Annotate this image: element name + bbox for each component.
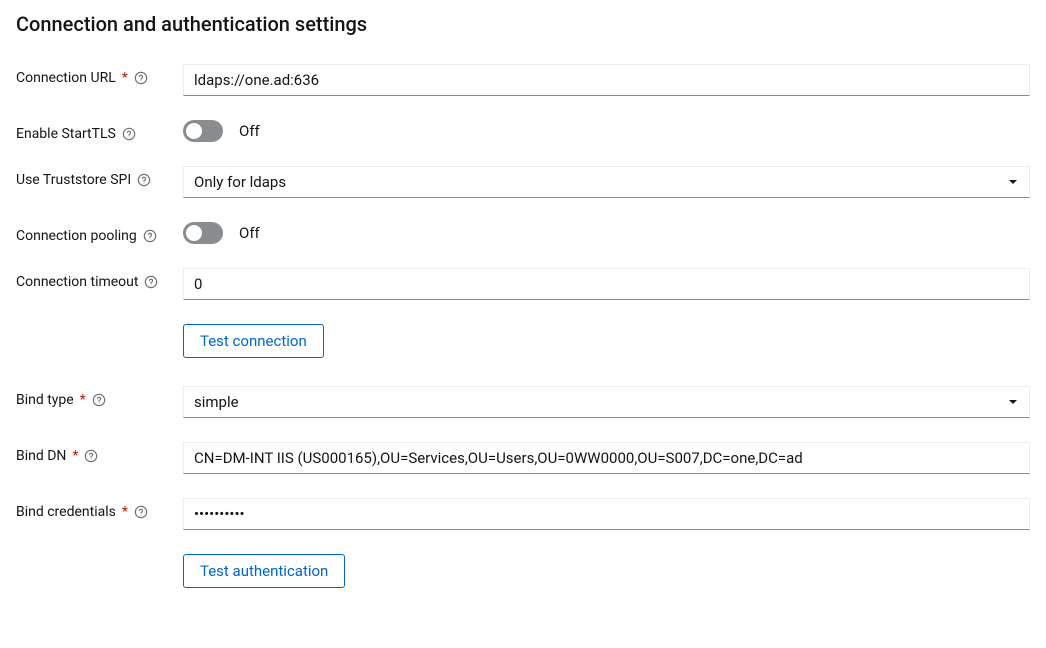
required-marker: * xyxy=(72,448,78,464)
help-icon[interactable] xyxy=(122,127,136,141)
help-icon[interactable] xyxy=(92,393,106,407)
help-icon[interactable] xyxy=(137,173,151,187)
label-bind-type: Bind type xyxy=(16,392,74,408)
label-connection-timeout: Connection timeout xyxy=(16,274,138,290)
test-connection-button[interactable]: Test connection xyxy=(183,324,324,358)
label-connection-pooling: Connection pooling xyxy=(16,228,137,244)
row-bind-credentials: Bind credentials * xyxy=(16,498,1030,530)
bind-dn-input[interactable] xyxy=(183,442,1030,474)
label-use-truststore-spi: Use Truststore SPI xyxy=(16,172,131,188)
use-truststore-spi-select[interactable]: Only for ldaps xyxy=(183,166,1030,198)
bind-type-select[interactable]: simple xyxy=(183,386,1030,418)
enable-starttls-state: Off xyxy=(239,122,260,140)
enable-starttls-toggle[interactable] xyxy=(183,120,223,142)
help-icon[interactable] xyxy=(134,505,148,519)
row-connection-pooling: Connection pooling Off xyxy=(16,222,1030,244)
row-test-authentication: Test authentication xyxy=(16,554,1030,588)
label-connection-url: Connection URL xyxy=(16,70,116,86)
label-enable-starttls: Enable StartTLS xyxy=(16,126,116,142)
row-enable-starttls: Enable StartTLS Off xyxy=(16,120,1030,142)
row-test-connection: Test connection xyxy=(16,324,1030,358)
required-marker: * xyxy=(80,392,86,408)
help-icon[interactable] xyxy=(84,449,98,463)
row-use-truststore-spi: Use Truststore SPI Only for ldaps xyxy=(16,166,1030,198)
connection-timeout-input[interactable] xyxy=(183,268,1030,300)
connection-pooling-state: Off xyxy=(239,224,260,242)
bind-credentials-input[interactable] xyxy=(183,498,1030,530)
label-bind-credentials: Bind credentials xyxy=(16,504,116,520)
row-bind-dn: Bind DN * xyxy=(16,442,1030,474)
connection-pooling-toggle[interactable] xyxy=(183,222,223,244)
row-connection-url: Connection URL * xyxy=(16,64,1030,96)
help-icon[interactable] xyxy=(134,71,148,85)
row-connection-timeout: Connection timeout xyxy=(16,268,1030,300)
help-icon[interactable] xyxy=(143,229,157,243)
required-marker: * xyxy=(122,504,128,520)
test-authentication-button[interactable]: Test authentication xyxy=(183,554,345,588)
connection-url-input[interactable] xyxy=(183,64,1030,96)
help-icon[interactable] xyxy=(144,275,158,289)
required-marker: * xyxy=(122,70,128,86)
section-title: Connection and authentication settings xyxy=(16,12,1030,36)
label-bind-dn: Bind DN xyxy=(16,448,66,464)
row-bind-type: Bind type * simple xyxy=(16,386,1030,418)
